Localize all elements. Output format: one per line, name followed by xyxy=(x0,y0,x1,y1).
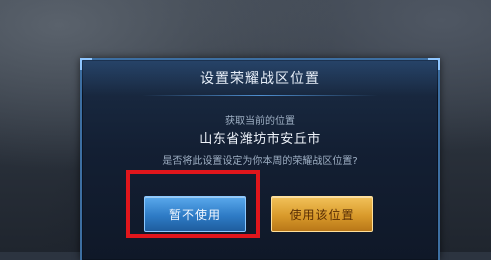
confirm-question: 是否将此设置设定为你本周的荣耀战区位置? xyxy=(162,156,358,167)
location-caption: 获取当前的位置 xyxy=(225,116,295,127)
use-location-button[interactable]: 使用该位置 xyxy=(271,196,373,232)
red-highlight-box xyxy=(126,170,260,238)
dialog-title: 设置荣耀战区位置 xyxy=(200,71,320,87)
dialog-title-bar: 设置荣耀战区位置 xyxy=(82,60,438,96)
current-location-text: 山东省潍坊市安丘市 xyxy=(199,132,321,147)
